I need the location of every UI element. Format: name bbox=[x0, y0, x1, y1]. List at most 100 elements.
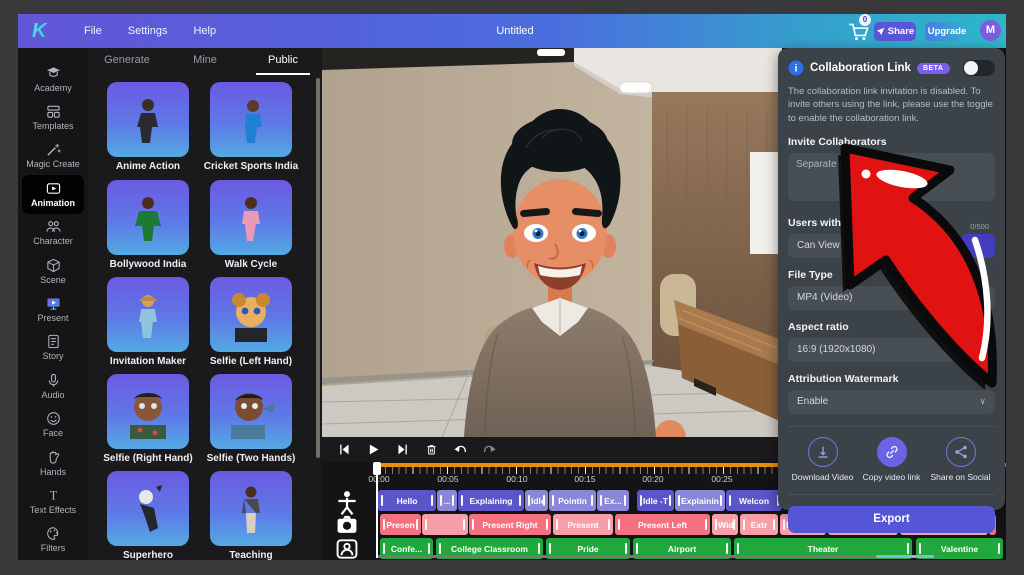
sidebar-item-hands[interactable]: Hands bbox=[18, 444, 88, 482]
sidebar-item-magic-create[interactable]: Magic Create bbox=[18, 137, 88, 175]
left-sidebar: Academy Templates Magic Create Animation… bbox=[18, 48, 88, 560]
playhead[interactable] bbox=[376, 462, 378, 558]
animation-card[interactable] bbox=[107, 374, 189, 449]
animation-card[interactable] bbox=[107, 471, 189, 546]
app-logo: K bbox=[32, 20, 58, 42]
sidebar-item-text-effects[interactable]: T Text Effects bbox=[18, 482, 88, 520]
timestamp: 00:20 bbox=[633, 474, 673, 484]
aspect-ratio-select[interactable]: 16:9 (1920x1080) bbox=[788, 338, 995, 362]
invite-button[interactable] bbox=[961, 234, 995, 258]
story-icon bbox=[46, 334, 61, 349]
filters-icon bbox=[46, 526, 61, 541]
timeline-clip[interactable]: Hello bbox=[378, 490, 436, 511]
card-label: Cricket Sports India bbox=[203, 161, 299, 172]
file-type-select[interactable]: MP4 (Video) bbox=[788, 286, 995, 310]
svg-text:T: T bbox=[49, 489, 57, 503]
video-preview-canvas[interactable] bbox=[322, 48, 782, 437]
animation-card[interactable] bbox=[210, 374, 292, 449]
sidebar-item-academy[interactable]: Academy bbox=[18, 60, 88, 98]
animation-card[interactable] bbox=[210, 180, 292, 255]
animation-card[interactable] bbox=[210, 471, 292, 546]
timeline-clip[interactable]: Wid bbox=[712, 514, 738, 535]
animation-card[interactable] bbox=[107, 277, 189, 352]
timeline-clip[interactable]: Idle -T bbox=[637, 490, 674, 511]
timeline-clip[interactable]: Present Left bbox=[615, 514, 710, 535]
copy-video-link-button[interactable]: Copy video link bbox=[857, 437, 926, 482]
skip-to-start-button[interactable] bbox=[336, 442, 352, 458]
timeline-scrollbar-thumb[interactable] bbox=[876, 555, 934, 558]
link-icon bbox=[885, 445, 899, 459]
delete-button[interactable] bbox=[423, 442, 439, 458]
share-on-social-button[interactable]: Share on Social bbox=[926, 437, 995, 482]
tab-generate[interactable]: Generate bbox=[88, 48, 166, 75]
card-label: Selfie (Two Hands) bbox=[203, 453, 299, 464]
tab-mine[interactable]: Mine bbox=[166, 48, 244, 75]
project-title[interactable]: Untitled bbox=[455, 25, 575, 37]
sidebar-item-scene[interactable]: Scene bbox=[18, 252, 88, 290]
play-button[interactable] bbox=[365, 442, 381, 458]
sidebar-item-story[interactable]: Story bbox=[18, 329, 88, 367]
invite-collaborators-input[interactable] bbox=[788, 153, 995, 201]
menu-settings[interactable]: Settings bbox=[128, 25, 168, 37]
templates-icon bbox=[46, 104, 61, 119]
timestamp: 00:10 bbox=[497, 474, 537, 484]
sidebar-item-present[interactable]: Present bbox=[18, 290, 88, 328]
timeline-clip[interactable]: Present bbox=[553, 514, 613, 535]
timeline-clip[interactable]: Explaining bbox=[458, 490, 524, 511]
export-button[interactable]: Export bbox=[788, 506, 995, 533]
menu-help[interactable]: Help bbox=[193, 25, 216, 37]
playhead-handle[interactable] bbox=[373, 462, 381, 475]
timeline-clip[interactable]: Welcon bbox=[726, 490, 782, 511]
redo-button[interactable] bbox=[481, 442, 497, 458]
title-bar: K File Settings Help Untitled 0 Share Up… bbox=[18, 14, 1006, 48]
skip-to-end-button[interactable] bbox=[394, 442, 410, 458]
beta-badge: BETA bbox=[917, 63, 950, 74]
library-tabs: Generate Mine Public bbox=[88, 48, 322, 75]
upgrade-button[interactable]: Upgrade bbox=[925, 22, 969, 41]
user-avatar[interactable]: M bbox=[980, 20, 1001, 41]
timeline-clip[interactable]: Idle bbox=[525, 490, 548, 511]
download-video-button[interactable]: Download Video bbox=[788, 437, 857, 482]
animation-card[interactable] bbox=[210, 82, 292, 157]
sidebar-item-animation[interactable]: Animation bbox=[22, 175, 84, 213]
animation-card[interactable] bbox=[107, 180, 189, 255]
playback-controls bbox=[322, 437, 782, 462]
sidebar-item-filters[interactable]: Filters bbox=[18, 521, 88, 559]
watermark-select[interactable]: Enable∨ bbox=[788, 390, 995, 414]
timeline-clip[interactable]: ... bbox=[437, 490, 457, 511]
timeline-clip[interactable]: Present Right bbox=[469, 514, 551, 535]
undo-button[interactable] bbox=[452, 442, 468, 458]
share-button[interactable]: Share bbox=[874, 22, 916, 41]
timeline-clip[interactable]: Explainin bbox=[675, 490, 725, 511]
collab-link-toggle[interactable] bbox=[963, 60, 995, 76]
scene-icon bbox=[46, 258, 61, 273]
tab-public[interactable]: Public bbox=[244, 48, 322, 75]
toggle-knob bbox=[964, 61, 978, 75]
invite-collaborators-label: Invite Collaborators bbox=[788, 136, 995, 148]
timeline-clip[interactable]: Extr bbox=[740, 514, 778, 535]
animation-card[interactable] bbox=[107, 82, 189, 157]
timeline-clip[interactable]: Pointin bbox=[549, 490, 596, 511]
card-label: Walk Cycle bbox=[203, 259, 299, 270]
menu-file[interactable]: File bbox=[84, 25, 102, 37]
timeline-clip[interactable] bbox=[422, 514, 468, 535]
info-icon: i bbox=[788, 60, 804, 76]
card-label: Selfie (Left Hand) bbox=[203, 356, 299, 367]
sidebar-item-character[interactable]: Character bbox=[18, 214, 88, 252]
users-access-label: Users with e bbox=[788, 217, 995, 229]
animation-card[interactable] bbox=[210, 277, 292, 352]
sidebar-item-audio[interactable]: Audio bbox=[18, 367, 88, 405]
timestamp: 00:15 bbox=[565, 474, 605, 484]
divider bbox=[788, 494, 995, 495]
timeline-scrollbar[interactable] bbox=[378, 555, 938, 558]
share-arrow-icon bbox=[876, 27, 885, 36]
users-access-select[interactable]: Can View bbox=[788, 234, 953, 258]
library-scrollbar[interactable] bbox=[316, 78, 320, 458]
watermark-label: Attribution Watermark bbox=[788, 373, 995, 385]
audio-icon bbox=[46, 373, 61, 388]
sidebar-item-face[interactable]: Face bbox=[18, 406, 88, 444]
sidebar-item-templates[interactable]: Templates bbox=[18, 98, 88, 136]
timeline-clip[interactable]: Presen bbox=[380, 514, 421, 535]
timeline-clip[interactable]: Ex... bbox=[597, 490, 629, 511]
present-icon bbox=[46, 296, 61, 311]
